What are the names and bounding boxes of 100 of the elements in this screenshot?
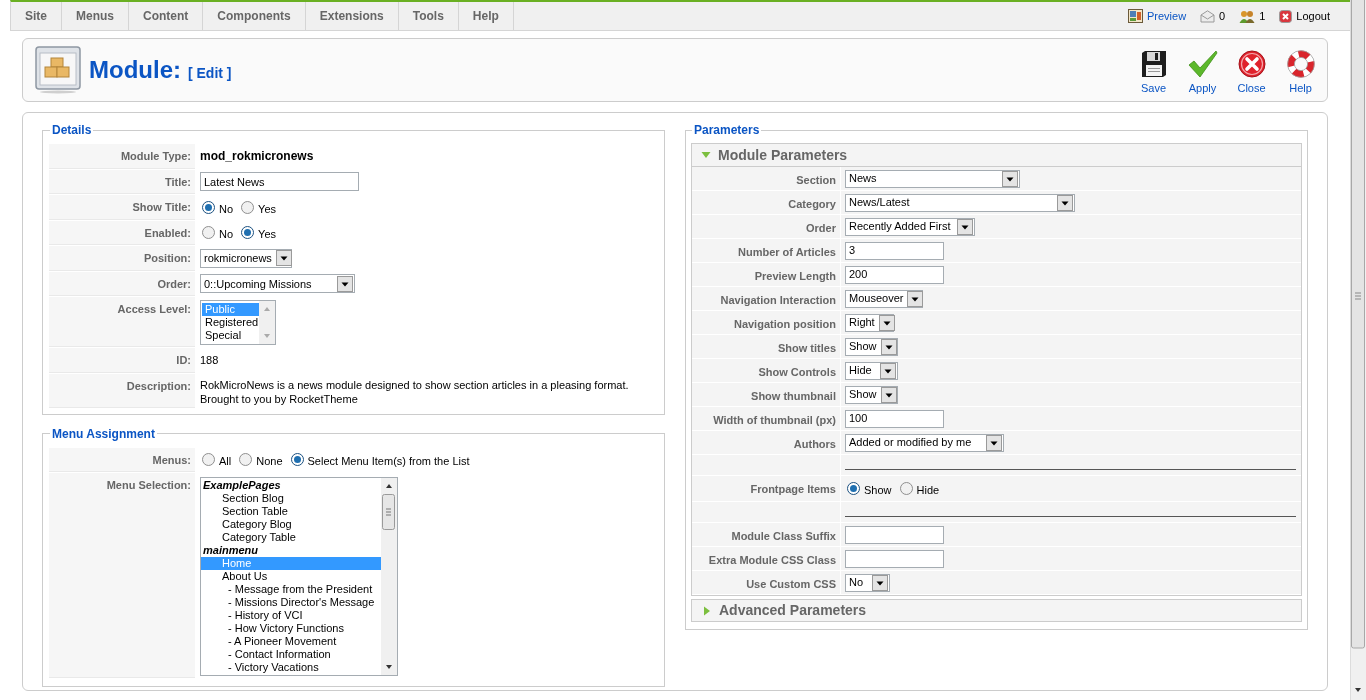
dropdown[interactable]: News [845, 169, 1020, 188]
field-label: Navigation Interaction [692, 287, 841, 310]
list-option[interactable]: Section Blog [201, 492, 381, 505]
field-label: Order: [49, 271, 195, 296]
option-label: Yes [258, 201, 276, 217]
boxes-icon [35, 46, 81, 94]
option-label: Show [864, 482, 892, 498]
panel-header[interactable]: Advanced Parameters [692, 600, 1301, 621]
field-label: Order [692, 215, 841, 238]
user-count[interactable]: 1 [1259, 7, 1266, 25]
menu-item[interactable]: Help [458, 2, 514, 30]
radio-button[interactable] [847, 482, 860, 495]
picture-icon [1127, 9, 1143, 23]
list-option[interactable]: - A Pioneer Movement [201, 635, 381, 648]
text-field[interactable] [845, 525, 944, 544]
panel-header[interactable]: Module Parameters [692, 144, 1301, 167]
field-value: 188 [200, 353, 219, 368]
radio-button[interactable] [239, 453, 253, 467]
list-option[interactable]: - How Victory Functions [201, 622, 381, 635]
text-field[interactable]: 200 [845, 265, 944, 284]
list-option[interactable]: - Missions Director's Message [201, 596, 381, 609]
radio-button[interactable] [202, 226, 215, 240]
field-label: Show titles [692, 335, 841, 358]
dropdown[interactable]: Mouseover [845, 289, 923, 308]
caret-icon [880, 362, 896, 379]
preview-link[interactable]: Preview [1146, 7, 1187, 25]
listbox[interactable]: Public Registered Special [200, 300, 276, 345]
radio-button[interactable] [290, 453, 304, 467]
field-label: Authors [692, 431, 841, 454]
field-label: Enabled: [49, 220, 195, 245]
list-option[interactable]: Category Table [201, 531, 381, 544]
dropdown[interactable]: Show [845, 337, 898, 356]
field-label: Title: [49, 169, 195, 194]
option-label: Hide [916, 482, 940, 498]
radio-button[interactable] [241, 200, 255, 214]
dropdown[interactable]: No [845, 573, 890, 592]
list-option[interactable]: Registered [202, 316, 259, 329]
field-value: mod_rokmicronews [200, 148, 314, 166]
caret-icon [1057, 194, 1073, 211]
logout-link[interactable]: Logout [1296, 7, 1330, 25]
text-field[interactable]: 100 [845, 409, 944, 428]
field-label: Access Level: [49, 297, 195, 347]
section-legend: Parameters [692, 123, 762, 137]
menu-item[interactable]: Components [203, 2, 306, 30]
option-label: Yes [258, 227, 276, 242]
field-label: Module Class Suffix [692, 523, 841, 546]
dropdown[interactable]: News/Latest [845, 193, 1075, 212]
listbox[interactable] [200, 477, 398, 676]
dropdown[interactable]: Added or modified by me [845, 433, 1004, 452]
close-icon [1237, 50, 1266, 78]
menu-item[interactable]: Extensions [305, 2, 399, 30]
field-label: Use Custom CSS [692, 571, 841, 594]
field-label: Navigation position [692, 311, 841, 334]
dropdown[interactable]: 0::Upcoming Missions [200, 274, 355, 294]
apply-button[interactable]: Apply [1178, 50, 1227, 96]
caret-icon [907, 290, 924, 307]
list-option[interactable]: - Victory Vacations [201, 661, 381, 674]
option-label: No [219, 201, 234, 217]
listbox-scrollbar[interactable] [259, 301, 275, 344]
menu-item[interactable]: Menus [62, 2, 130, 30]
text-field[interactable] [845, 549, 944, 568]
listbox-scrollbar[interactable] [381, 478, 397, 675]
field-label: Menu Selection: [49, 473, 195, 678]
list-option[interactable]: Category Blog [201, 518, 381, 531]
message-count[interactable]: 0 [1219, 7, 1226, 25]
page-scrollbar[interactable] [1350, 0, 1366, 700]
field-label: Preview Length [692, 263, 841, 286]
list-option[interactable]: - Contact Information [201, 648, 381, 661]
menu-item[interactable]: Content [129, 2, 204, 30]
dropdown[interactable]: rokmicronews [200, 248, 292, 268]
field-label: Description: [49, 373, 195, 408]
caret-icon [986, 434, 1002, 451]
radio-button[interactable] [202, 453, 215, 467]
field-label: Frontpage Items [692, 476, 841, 501]
list-option[interactable]: - Message from the President [201, 583, 381, 596]
menu-item[interactable]: Site [11, 2, 62, 30]
list-option[interactable]: About Us [201, 570, 381, 583]
caret-icon [880, 338, 897, 355]
menu-item[interactable]: Tools [398, 2, 459, 30]
radio-button[interactable] [241, 226, 255, 240]
text-field[interactable]: Latest News [200, 172, 359, 192]
field-label: Menus: [49, 447, 195, 472]
caret-icon [878, 314, 895, 331]
field-label: Extra Module CSS Class [692, 547, 841, 570]
list-option[interactable]: - History of VCI [201, 609, 381, 622]
list-option[interactable]: Special [202, 329, 259, 342]
dropdown[interactable]: Show [845, 385, 898, 404]
help-button[interactable]: Help [1276, 50, 1325, 96]
dropdown[interactable]: Hide [845, 361, 898, 380]
caret-icon [337, 275, 353, 292]
radio-button[interactable] [202, 200, 215, 214]
lifebuoy-icon [1286, 50, 1315, 78]
text-field[interactable]: 3 [845, 241, 944, 260]
dropdown[interactable]: Right [845, 313, 894, 332]
save-button[interactable]: Save [1129, 50, 1178, 96]
close-button[interactable]: Close [1227, 50, 1276, 96]
field-label: Module Type: [49, 144, 195, 169]
list-option[interactable]: Section Table [201, 505, 381, 518]
dropdown[interactable]: Recently Added First [845, 217, 975, 236]
radio-button[interactable] [899, 482, 913, 495]
